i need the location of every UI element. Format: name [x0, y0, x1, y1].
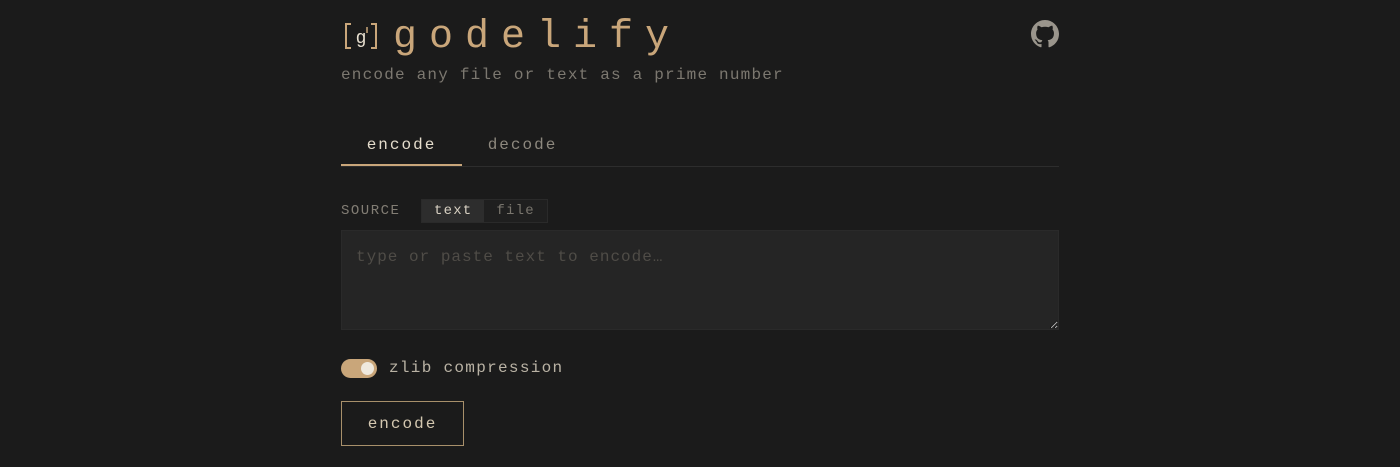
toggle-knob — [361, 362, 374, 375]
zlib-compression-toggle[interactable] — [341, 359, 377, 378]
header: g godelify — [341, 0, 1059, 60]
main-container: g godelify encode any file or text as a … — [341, 0, 1059, 446]
encode-button[interactable]: encode — [341, 401, 464, 446]
tab-encode[interactable]: encode — [341, 126, 462, 166]
app-subtitle: encode any file or text as a prime numbe… — [341, 66, 784, 84]
tab-decode[interactable]: decode — [462, 126, 583, 164]
source-label: SOURCE — [341, 203, 401, 219]
github-icon[interactable] — [1031, 20, 1059, 48]
source-text-option[interactable]: text — [422, 200, 485, 222]
svg-text:g: g — [356, 29, 367, 49]
zlib-compression-label: zlib compression — [389, 359, 564, 377]
source-row: SOURCE text file — [341, 199, 1059, 223]
mode-tabs: encode decode — [341, 126, 1059, 167]
app-title: godelify — [393, 15, 682, 60]
source-type-toggle: text file — [421, 199, 548, 223]
compression-row: zlib compression — [341, 357, 741, 379]
bracket-g-logo-icon: g — [345, 23, 377, 49]
page: g godelify encode any file or text as a … — [0, 0, 1400, 467]
source-file-option[interactable]: file — [484, 200, 547, 222]
source-text-input[interactable] — [341, 230, 1059, 330]
